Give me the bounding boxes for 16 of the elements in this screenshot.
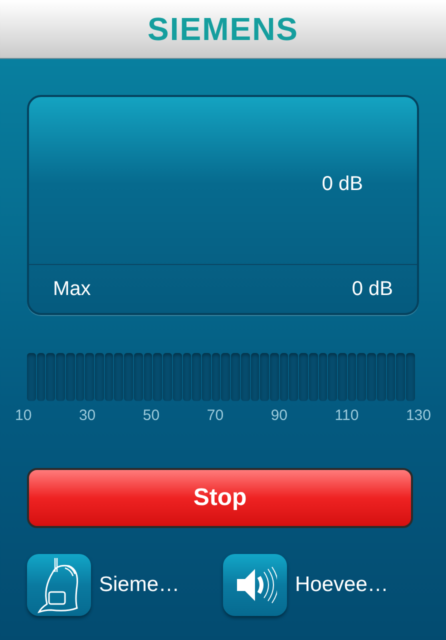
max-reading: 0 dB: [352, 278, 393, 300]
stop-button[interactable]: Stop: [27, 468, 413, 528]
scale-label: 30: [78, 407, 96, 424]
scale-label: 110: [334, 407, 359, 424]
logo: SIEMENS: [147, 10, 299, 48]
speaker-button[interactable]: [223, 554, 287, 616]
backpack-button[interactable]: [27, 554, 91, 616]
scale-label: 10: [15, 407, 32, 424]
shortcut-label: Hoevee…: [295, 573, 388, 597]
scale-label: 70: [206, 407, 224, 424]
scale-label: 130: [406, 407, 431, 424]
level-reading: 0 dB: [322, 173, 363, 196]
shortcut-label: Sieme…: [99, 573, 180, 597]
scale-label: 50: [142, 407, 160, 424]
scale-label: 90: [270, 407, 288, 424]
max-label: Max: [53, 278, 91, 300]
